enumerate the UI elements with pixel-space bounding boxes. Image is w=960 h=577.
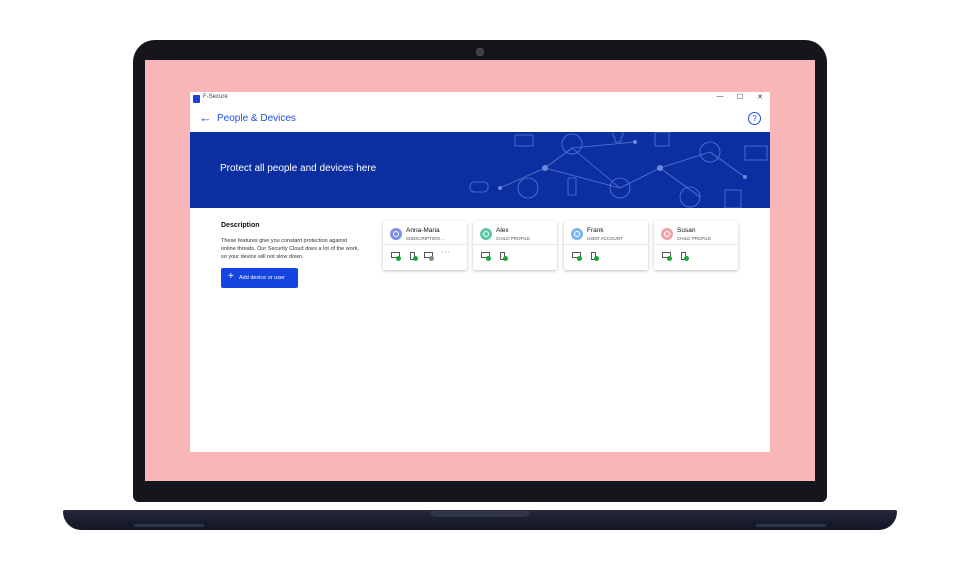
profile-name: Frank [587, 227, 604, 234]
app-name: F-Secure [203, 94, 228, 100]
card-divider [564, 244, 648, 245]
banner-headline: Protect all people and devices here [220, 163, 377, 174]
webcam [476, 48, 484, 56]
title-bar: F-Secure — ☐ ✕ [190, 92, 770, 106]
back-arrow-icon[interactable]: ← [199, 111, 212, 124]
laptop-protected-icon [391, 252, 401, 261]
network-illustration-icon [469, 132, 768, 208]
app-window: F-Secure — ☐ ✕ ← People & Devices ? Prot… [190, 92, 770, 452]
phone-protected-icon [589, 252, 599, 261]
plus-icon: + [228, 271, 234, 282]
help-icon[interactable]: ? [748, 112, 761, 125]
profile-card-susan[interactable]: Susan CHILD PROFILE [654, 221, 738, 270]
hero-banner: Protect all people and devices here [190, 132, 770, 208]
profile-role: USER ACCOUNT [587, 236, 623, 241]
phone-protected-icon [679, 252, 689, 261]
laptop-protected-icon [481, 252, 491, 261]
maximize-button[interactable]: ☐ [734, 93, 746, 101]
close-button[interactable]: ✕ [754, 93, 766, 101]
profile-role: CHILD PROFILE [496, 236, 531, 241]
profile-name: Susan [677, 227, 696, 234]
laptop-foot-left [134, 524, 204, 527]
card-divider [383, 244, 467, 245]
card-divider [654, 244, 738, 245]
laptop-protected-icon [662, 252, 672, 261]
profile-name: Alex [496, 227, 509, 234]
phone-protected-icon [408, 252, 418, 261]
avatar [571, 228, 583, 240]
f-secure-logo-icon [193, 95, 200, 103]
add-device-or-user-button[interactable]: + Add device or user [221, 268, 298, 288]
profile-card-anna-maria[interactable]: Anna-Maria SUBSCRIPTION ... ··· [383, 221, 467, 270]
laptop-protected-icon [572, 252, 582, 261]
description-body: These features give you constant protect… [221, 238, 359, 260]
avatar [480, 228, 492, 240]
card-divider [473, 244, 557, 245]
laptop-foot-right [756, 524, 826, 527]
profile-role: CHILD PROFILE [677, 236, 712, 241]
laptop-unprotected-icon [424, 252, 434, 261]
profile-card-alex[interactable]: Alex CHILD PROFILE [473, 221, 557, 270]
profile-role: SUBSCRIPTION ... [406, 236, 445, 241]
laptop-notch [430, 511, 530, 517]
avatar [661, 228, 673, 240]
avatar [390, 228, 402, 240]
page-title: People & Devices [217, 113, 296, 124]
phone-protected-icon [498, 252, 508, 261]
more-options-icon[interactable]: ··· [441, 249, 451, 256]
profile-name: Anna-Maria [406, 227, 440, 234]
description-title: Description [221, 222, 260, 229]
minimize-button[interactable]: — [714, 93, 726, 100]
profile-card-frank[interactable]: Frank USER ACCOUNT [564, 221, 648, 270]
nav-header: ← People & Devices ? [190, 106, 770, 132]
add-button-label: Add device or user [239, 275, 285, 281]
